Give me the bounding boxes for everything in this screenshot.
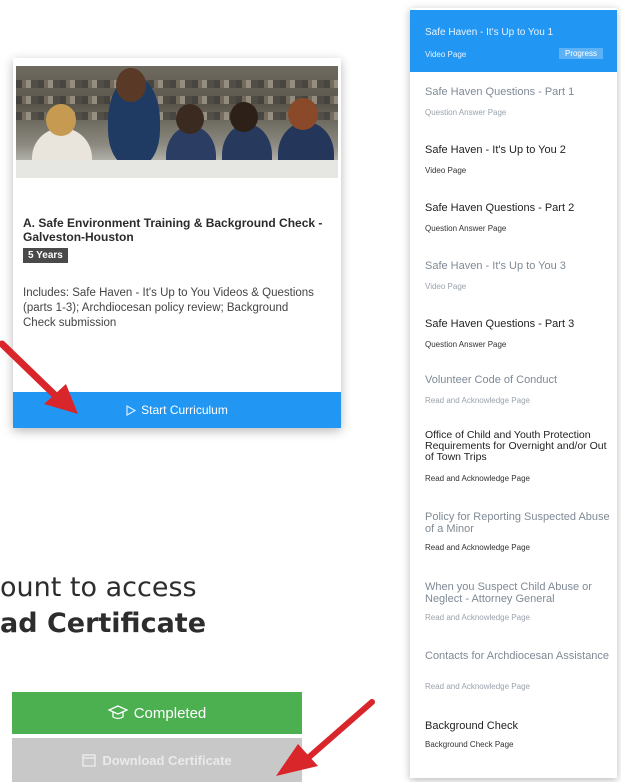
curriculum-item-title: Policy for Reporting Suspected Abuse of … [425, 511, 610, 535]
completed-label: Completed [133, 704, 207, 722]
curriculum-item-title: Safe Haven Questions - Part 2 [425, 202, 575, 214]
course-title[interactable]: A. Safe Environment Training & Backgroun… [23, 216, 341, 244]
red-arrow-annotation [276, 699, 375, 776]
curriculum-item-active[interactable]: Safe Haven - It's Up to You 1 Video Page… [410, 10, 617, 72]
curriculum-item-type: Read and Acknowledge Page [425, 682, 530, 691]
duration-badge: 5 Years [23, 248, 68, 263]
curriculum-item-title: Safe Haven Questions - Part 3 [425, 318, 575, 330]
curriculum-item-type: Question Answer Page [425, 108, 507, 117]
download-certificate-button[interactable]: Download Certificate [12, 738, 302, 782]
instruction-text-line-1: ount to access [0, 572, 197, 603]
curriculum-item-type: Read and Acknowledge Page [425, 543, 530, 552]
curriculum-item-type: Video Page [425, 166, 467, 175]
red-arrow-annotation [0, 340, 78, 414]
curriculum-item-title: Volunteer Code of Conduct [425, 374, 558, 386]
curriculum-item-type: Read and Acknowledge Page [425, 613, 530, 622]
curriculum-list: Safe Haven - It's Up to You 1 Video Page… [410, 8, 617, 778]
calendar-icon [82, 754, 96, 767]
curriculum-item-title: Office of Child and Youth Protection Req… [425, 429, 607, 463]
curriculum-item-type: Read and Acknowledge Page [425, 474, 530, 483]
instruction-text-line-2: ad Certificate [0, 608, 207, 639]
play-outline-icon [126, 404, 137, 416]
curriculum-item-type: Question Answer Page [425, 340, 507, 349]
curriculum-item-title: Contacts for Archdiocesan Assistance [425, 650, 610, 662]
course-thumbnail-image [16, 66, 338, 178]
curriculum-item-title: Safe Haven - It's Up to You 1 [425, 27, 554, 38]
curriculum-item-title: When you Suspect Child Abuse or Neglect … [425, 581, 592, 605]
curriculum-item-type: Background Check Page [425, 740, 514, 749]
curriculum-item-type: Video Page [425, 282, 467, 291]
progress-badge: Progress [558, 48, 603, 59]
curriculum-item-title: Safe Haven Questions - Part 1 [425, 86, 575, 98]
curriculum-item-type: Question Answer Page [425, 224, 507, 233]
curriculum-item-title: Safe Haven - It's Up to You 2 [425, 144, 566, 156]
curriculum-item-type: Read and Acknowledge Page [425, 396, 530, 405]
curriculum-item-title: Safe Haven - It's Up to You 3 [425, 260, 566, 272]
download-certificate-label: Download Certificate [102, 752, 232, 768]
completed-button[interactable]: Completed [12, 692, 302, 734]
graduation-cap-icon [107, 705, 128, 720]
curriculum-item-type: Video Page [425, 50, 467, 59]
start-curriculum-label: Start Curriculum [141, 403, 228, 417]
course-description: Includes: Safe Haven - It's Up to You Vi… [23, 287, 314, 329]
curriculum-item-title: Background Check [425, 720, 518, 732]
